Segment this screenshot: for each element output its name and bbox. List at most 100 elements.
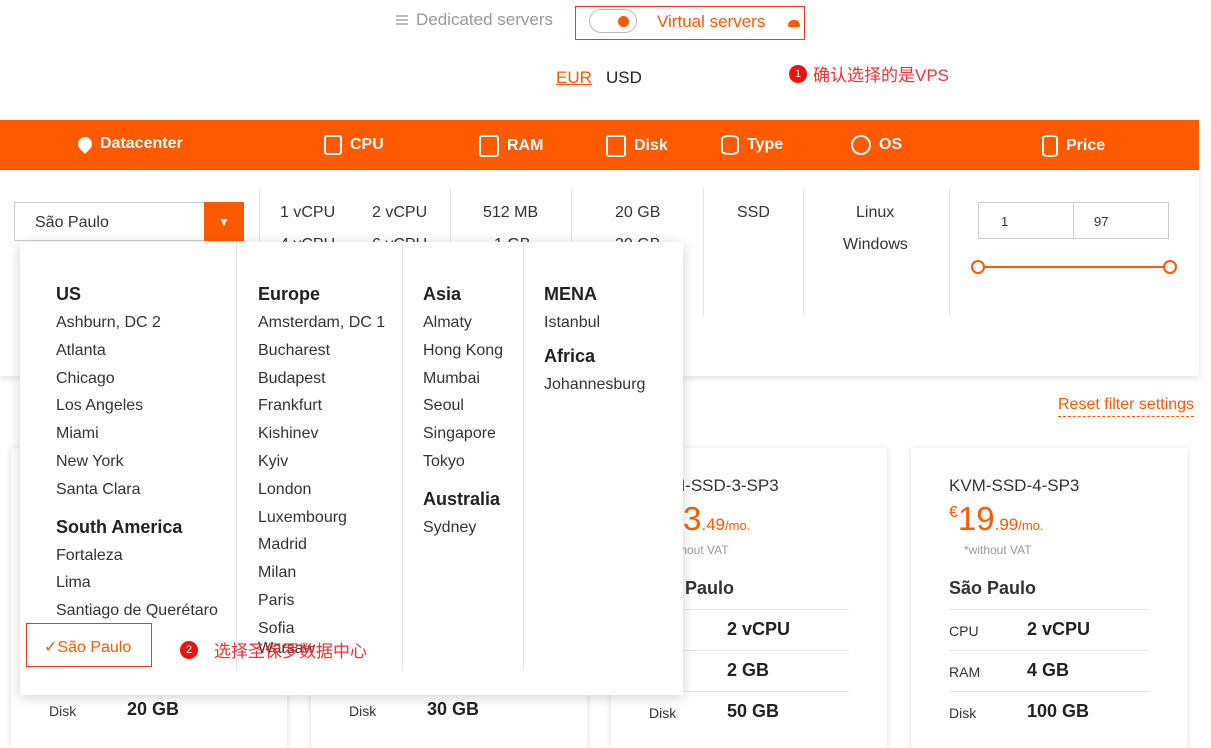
region-title: MENA	[544, 284, 597, 304]
dc-option[interactable]: Sofia	[258, 618, 402, 638]
vat-note: *without VAT	[964, 543, 1032, 557]
dc-option[interactable]: New York	[56, 451, 236, 479]
coins-icon	[1042, 135, 1058, 157]
plan-name: M-SSD-3-SP3	[671, 476, 779, 495]
annotation-badge-2: 2	[180, 640, 198, 659]
annotation-2-text: 选择圣保罗数据中心	[214, 642, 367, 661]
dedicated-label: Dedicated servers	[416, 10, 554, 29]
server-icon	[396, 15, 408, 25]
dc-option[interactable]: Singapore	[423, 423, 523, 451]
database-icon	[721, 135, 739, 155]
dc-option[interactable]: Los Angeles	[56, 395, 236, 423]
plan-name: KVM-SSD-4-SP3	[949, 476, 1080, 495]
annotation-badge-1: 1	[789, 64, 807, 83]
spec-row-disk: Disk 50 GB	[649, 691, 849, 732]
spec-value: 2 GB	[727, 660, 770, 680]
price-slider-track[interactable]	[984, 266, 1168, 268]
dc-option[interactable]: Chicago	[56, 368, 236, 396]
selected-datacenter-sao-paulo[interactable]: ✓São Paulo	[26, 623, 152, 667]
location-pin-icon	[75, 134, 95, 154]
dc-option[interactable]: Madrid	[258, 534, 402, 562]
dc-option[interactable]: Amsterdam, DC 1	[258, 312, 402, 340]
price-slider-min-handle[interactable]	[971, 260, 985, 274]
type-option[interactable]: SSD	[737, 204, 770, 222]
spec-value: 4 GB	[1027, 660, 1070, 680]
dc-option[interactable]: Seoul	[423, 395, 523, 423]
dc-option[interactable]: Atlanta	[56, 340, 236, 368]
price-slider-max-handle[interactable]	[1163, 260, 1177, 274]
spec-value: 50 GB	[727, 701, 780, 721]
disk-option[interactable]: 20 GB	[615, 204, 660, 222]
dc-option[interactable]: London	[258, 479, 402, 507]
toggle-knob	[618, 16, 629, 27]
dc-option[interactable]: Johannesburg	[544, 374, 673, 402]
ram-option[interactable]: 512 MB	[483, 204, 538, 222]
cpu-icon	[324, 135, 342, 155]
header-os-label: OS	[879, 136, 903, 153]
annotation-2: 2 选择圣保罗数据中心	[180, 637, 367, 662]
spec-label: Disk	[949, 705, 977, 721]
dc-option[interactable]: Santa Clara	[56, 479, 236, 507]
dc-option[interactable]: Kishinev	[258, 423, 402, 451]
region-europe: Europe Amsterdam, DC 1 Bucharest Budapes…	[236, 242, 402, 670]
plan-price: 3.49/mo.	[683, 500, 750, 538]
dc-option[interactable]: Hong Kong	[423, 340, 523, 368]
dc-option[interactable]: Budapest	[258, 368, 402, 396]
dc-option[interactable]: Paris	[258, 590, 402, 618]
region-title: Australia	[423, 488, 501, 509]
header-disk: Disk	[606, 135, 668, 157]
dedicated-servers-option[interactable]: Dedicated servers	[396, 10, 553, 30]
region-title: South America	[56, 516, 183, 537]
dc-option[interactable]: Fortaleza	[56, 545, 236, 573]
divider	[949, 188, 950, 316]
region-title: Africa	[544, 345, 596, 366]
header-os: OS	[851, 135, 902, 155]
price-dec: .49	[701, 515, 725, 534]
os-option-linux[interactable]: Linux	[856, 204, 894, 222]
currency-usd[interactable]: USD	[606, 68, 642, 88]
filter-header: Datacenter CPU RAM Disk Type OS Price	[0, 120, 1199, 170]
spec-row-disk: Disk 30 GB	[349, 690, 549, 731]
price-min-input[interactable]: 1	[978, 202, 1074, 239]
dc-option[interactable]: Miami	[56, 423, 236, 451]
plan-price: €19.99/mo.	[949, 500, 1044, 538]
price-currency: €	[949, 504, 958, 521]
plan-location: Paulo	[685, 578, 735, 598]
dc-option[interactable]: Kyiv	[258, 451, 402, 479]
virtual-label[interactable]: Virtual servers	[657, 12, 765, 32]
dc-option[interactable]: Ashburn, DC 2	[56, 312, 236, 340]
currency-eur[interactable]: EUR	[556, 68, 592, 88]
divider	[703, 188, 704, 316]
datacenter-select[interactable]: São Paulo ▼	[14, 202, 244, 241]
cpu-option[interactable]: 1 vCPU	[280, 204, 335, 222]
dc-option[interactable]: Luxembourg	[258, 507, 402, 535]
plan-card-4[interactable]: KVM-SSD-4-SP3 €19.99/mo. *without VAT Sã…	[911, 448, 1187, 748]
cloud-icon	[788, 20, 800, 27]
header-ram: RAM	[479, 135, 543, 157]
dc-option[interactable]: Almaty	[423, 312, 523, 340]
dc-option[interactable]: Mumbai	[423, 368, 523, 396]
spec-row-cpu: CPU 2 vCPU	[949, 609, 1149, 650]
dc-option[interactable]: Tokyo	[423, 451, 523, 479]
header-type-label: Type	[747, 136, 784, 153]
cpu-option[interactable]: 2 vCPU	[372, 204, 427, 222]
price-max-input[interactable]: 97	[1073, 202, 1169, 239]
spec-value: 100 GB	[1027, 701, 1090, 721]
header-price: Price	[1042, 135, 1105, 157]
plan-location: São Paulo	[949, 578, 1037, 598]
dc-option[interactable]: Istanbul	[544, 312, 673, 340]
annotation-1: 1 确认选择的是VPS	[789, 61, 949, 86]
dc-option[interactable]: Sydney	[423, 517, 523, 545]
reset-filter-link[interactable]: Reset filter settings	[1058, 396, 1195, 417]
dc-option[interactable]: Bucharest	[258, 340, 402, 368]
dc-option[interactable]: Lima	[56, 572, 236, 600]
os-option-windows[interactable]: Windows	[843, 236, 908, 254]
header-price-label: Price	[1066, 137, 1106, 154]
divider	[803, 188, 804, 316]
header-datacenter-label: Datacenter	[100, 135, 183, 152]
dropdown-arrow-icon[interactable]: ▼	[204, 202, 244, 241]
server-type-toggle[interactable]	[589, 9, 637, 33]
dc-option[interactable]: Milan	[258, 562, 402, 590]
dc-option[interactable]: Frankfurt	[258, 395, 402, 423]
header-ram-label: RAM	[507, 137, 544, 154]
